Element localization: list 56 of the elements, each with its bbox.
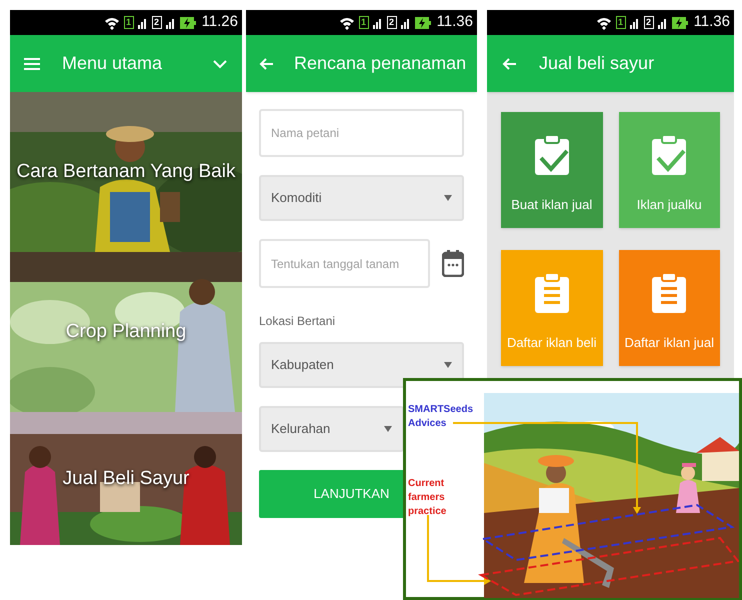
dropdown-arrow-icon [444,362,452,368]
screen-title: Jual beli sayur [539,52,656,75]
battery-icon [180,16,196,28]
text-field[interactable]: Nama petani [259,109,464,157]
wifi-icon [104,16,120,30]
screen-title: Rencana penanaman [294,52,466,75]
status-time: 11.36 [436,12,473,32]
calendar-icon [442,250,464,277]
battery-icon [672,16,688,28]
chevron-icon [213,58,227,68]
sim-icon: 2 [152,16,162,29]
dropdown-arrow-icon [384,426,392,432]
signal-icon [658,16,668,28]
status-time: 11.36 [694,12,730,32]
tile-label: Cara Bertanam Yang Baik [16,160,236,184]
menu-tile[interactable]: Buat iklan jual [501,112,602,228]
tile-label: Iklan jualku [636,196,702,214]
tile-label: Buat iklan jual [511,196,592,214]
dropdown-field[interactable]: Kelurahan [259,406,404,452]
section-label: Lokasi Bertani [259,313,336,330]
sim-icon: 2 [644,16,654,29]
signal-icon [138,16,148,28]
wifi-icon [596,16,612,30]
menu-tile[interactable]: Daftar iklan beli [501,250,602,366]
clipboard-check-icon [652,134,686,174]
sim-icon: 1 [124,16,134,29]
clipboard-list-icon [652,272,686,312]
sim-icon: 1 [616,16,626,29]
tile-label: Daftar iklan beli [506,334,597,352]
menu-tile[interactable]: Cara Bertanam Yang Baik [10,92,242,252]
annotation-label: SMARTSeeds Advices [408,403,474,431]
back-arrow-icon [501,56,517,70]
tile-label: Daftar iklan jual [624,334,714,352]
signal-icon [400,16,411,28]
annotation-label: Current farmers practice [408,477,448,519]
dropdown-field[interactable]: Kabupaten [259,342,464,388]
signal-icon [630,16,640,28]
dropdown-arrow-icon [444,195,452,201]
date-field[interactable]: Tentukan tanggal tanam [259,239,430,288]
sim-icon: 1 [358,16,369,29]
dropdown-field[interactable]: Komoditi [259,175,464,221]
menu-icon [24,56,40,70]
sim-icon: 2 [386,16,397,29]
menu-tile[interactable]: Iklan jualku [618,112,720,228]
clipboard-check-icon [534,134,569,174]
wifi-icon [338,16,355,30]
screen-title: Menu utama [62,52,164,75]
clipboard-list-icon [534,272,569,312]
menu-tile[interactable]: Daftar iklan jual [618,250,720,366]
battery-icon [414,16,431,28]
calendar-button[interactable] [442,250,464,278]
status-time: 11.26 [202,12,238,32]
back-arrow-icon [258,56,274,70]
continue-button[interactable]: LANJUTKAN [259,470,404,518]
signal-icon [166,16,176,28]
signal-icon [372,16,383,28]
